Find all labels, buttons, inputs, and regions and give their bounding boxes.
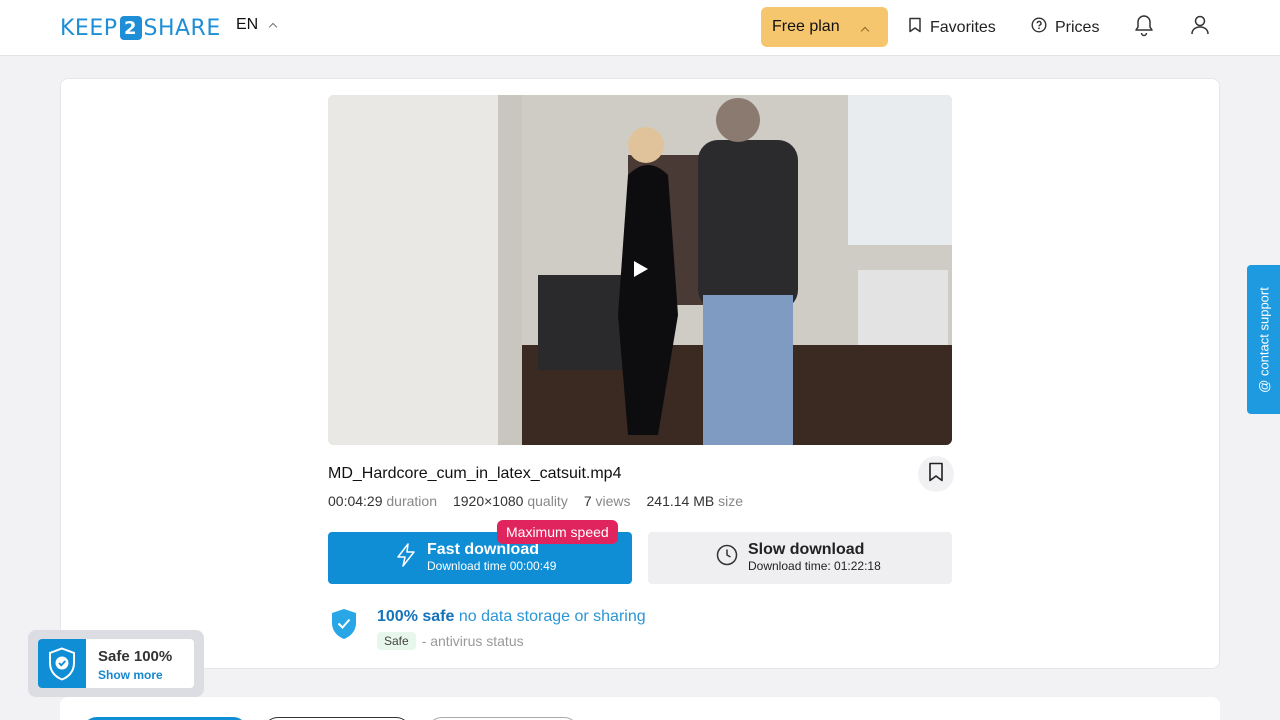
play-icon[interactable]: [633, 260, 649, 278]
meta-views: 7 views: [584, 493, 631, 509]
logo-text-left: KEEP: [60, 15, 118, 41]
favorites-link[interactable]: Favorites: [908, 17, 996, 38]
bottom-card: [60, 697, 1220, 720]
size-value: 241.14 MB: [646, 493, 715, 509]
language-label: EN: [236, 16, 259, 33]
bookmark-icon: [908, 17, 922, 38]
question-circle-icon: [1031, 17, 1047, 38]
prices-label: Prices: [1055, 18, 1100, 36]
chevron-up-icon: [268, 22, 278, 32]
quality-label: quality: [527, 493, 568, 509]
logo-text-right: SHARE: [143, 15, 221, 41]
meta-size: 241.14 MB size: [647, 493, 744, 509]
notifications-button[interactable]: [1132, 14, 1156, 40]
contact-support-tab[interactable]: @ contact support: [1247, 265, 1280, 414]
slow-download-time: Download time: 01:22:18: [748, 559, 881, 573]
safe-chip: Safe: [377, 632, 416, 650]
bell-icon: [1133, 13, 1155, 42]
meta-quality: 1920×1080 quality: [453, 493, 568, 509]
size-label: size: [718, 493, 744, 509]
safe-headline-strong: 100% safe: [377, 608, 455, 625]
chevron-up-icon: [860, 26, 870, 36]
user-icon: [1189, 13, 1211, 42]
safe-widget-title: Safe 100%: [98, 648, 173, 665]
file-meta: 00:04:29 duration 1920×1080 quality 7 vi…: [328, 493, 743, 509]
fast-download-time: Download time 00:00:49: [427, 559, 557, 573]
language-selector[interactable]: EN: [236, 16, 278, 34]
meta-duration: 00:04:29 duration: [328, 493, 437, 509]
antivirus-row: Safe - antivirus status: [377, 632, 524, 650]
top-header: KEEP 2 SHARE EN Free plan Favorites Prices: [0, 0, 1280, 56]
file-name: MD_Hardcore_cum_in_latex_catsuit.mp4: [328, 465, 622, 482]
video-preview[interactable]: [328, 95, 952, 445]
account-button[interactable]: [1188, 14, 1212, 40]
contact-support-label: @ contact support: [1256, 286, 1271, 393]
slow-download-button[interactable]: Slow download Download time: 01:22:18: [648, 532, 952, 584]
antivirus-label: - antivirus status: [421, 633, 524, 649]
plan-label: Free plan: [772, 18, 840, 35]
duration-value: 00:04:29: [328, 493, 383, 509]
favorites-label: Favorites: [930, 18, 996, 36]
free-plan-button[interactable]: Free plan: [761, 7, 888, 47]
views-value: 7: [583, 493, 592, 509]
prices-link[interactable]: Prices: [1031, 17, 1099, 38]
slow-download-label: Slow download: [748, 541, 865, 558]
safe-widget: Safe 100% Show more: [28, 630, 204, 697]
keep2share-logo[interactable]: KEEP 2 SHARE: [60, 15, 221, 41]
safe-headline: 100% safe no data storage or sharing: [377, 608, 646, 626]
views-label: views: [595, 493, 631, 509]
shield-check-icon: [330, 608, 358, 645]
clock-icon: [716, 543, 738, 572]
max-speed-badge: Maximum speed: [497, 520, 618, 544]
duration-label: duration: [386, 493, 437, 509]
safe-widget-card[interactable]: Safe 100% Show more: [38, 639, 194, 688]
lightning-icon: [395, 542, 417, 572]
add-favorite-button[interactable]: [918, 456, 954, 492]
bookmark-icon: [928, 462, 944, 487]
quality-value: 1920×1080: [452, 493, 524, 509]
safe-headline-light: no data storage or sharing: [458, 608, 646, 625]
logo-text-mid: 2: [119, 16, 142, 40]
show-more-link[interactable]: Show more: [98, 668, 163, 682]
shield-check-icon: [38, 639, 86, 688]
